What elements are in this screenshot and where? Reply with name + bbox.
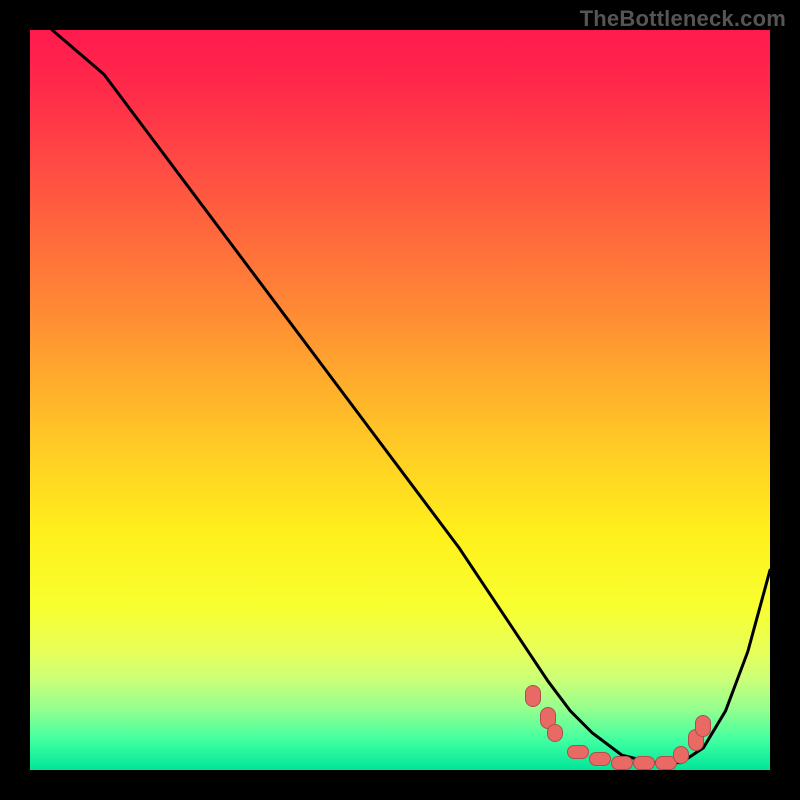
data-marker (611, 756, 633, 770)
data-marker (525, 685, 541, 707)
bottleneck-curve (30, 30, 770, 770)
data-marker (567, 745, 589, 759)
data-marker (589, 752, 611, 766)
watermark-text: TheBottleneck.com (580, 6, 786, 32)
data-marker (547, 724, 563, 742)
chart-frame: TheBottleneck.com (0, 0, 800, 800)
data-marker (695, 715, 711, 737)
data-marker (673, 746, 689, 764)
data-marker (633, 756, 655, 770)
plot-area (30, 30, 770, 770)
